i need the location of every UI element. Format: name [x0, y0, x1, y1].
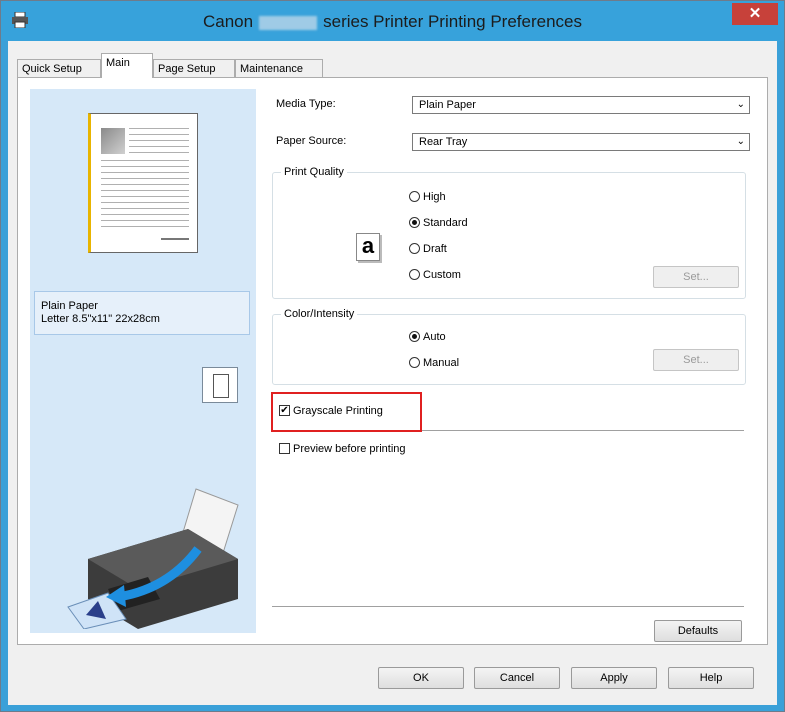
- checkmark-icon: ✔: [279, 404, 290, 416]
- apply-button[interactable]: Apply: [571, 667, 657, 689]
- page-preview-thumbnail: [88, 113, 198, 253]
- color-auto-label: Auto: [423, 331, 446, 343]
- preview-before-printing-label: Preview before printing: [293, 443, 406, 455]
- tab-main[interactable]: Main: [101, 53, 153, 78]
- print-quality-title: Print Quality: [281, 166, 347, 178]
- color-intensity-title: Color/Intensity: [281, 308, 358, 320]
- window-title-right: series Printer Printing Preferences: [323, 12, 582, 31]
- close-icon: ✕: [748, 5, 762, 22]
- printer-preferences-window: Canon series Printer Printing Preferences…: [0, 0, 785, 712]
- grayscale-printing-checkbox[interactable]: ✔ Grayscale Printing: [279, 404, 383, 417]
- quality-draft-label: Draft: [423, 243, 447, 255]
- title-bar[interactable]: Canon series Printer Printing Preferences…: [1, 1, 784, 41]
- quality-draft-radio[interactable]: Draft: [409, 242, 447, 255]
- paper-source-label: Paper Source:: [276, 135, 347, 147]
- quality-high-radio[interactable]: High: [409, 190, 446, 203]
- chevron-down-icon: ⌄: [736, 99, 745, 110]
- printer-illustration-icon: [67, 488, 239, 629]
- media-info-size: Letter 8.5"x11" 22x28cm: [41, 313, 160, 325]
- settings-preview-pane: Plain Paper Letter 8.5"x11" 22x28cm: [30, 89, 256, 633]
- quality-high-label: High: [423, 191, 446, 203]
- media-info-type: Plain Paper: [41, 300, 98, 312]
- tab-maintenance[interactable]: Maintenance: [235, 59, 323, 77]
- quality-set-button[interactable]: Set...: [653, 266, 739, 288]
- separator: [272, 606, 744, 607]
- preview-before-printing-checkbox[interactable]: Preview before printing: [279, 442, 406, 455]
- window-title: Canon series Printer Printing Preferences: [1, 12, 784, 32]
- quality-standard-label: Standard: [423, 217, 468, 229]
- tab-quick-setup[interactable]: Quick Setup: [17, 59, 101, 77]
- chevron-down-icon: ⌄: [736, 136, 745, 147]
- color-auto-radio[interactable]: Auto: [409, 330, 446, 343]
- close-button[interactable]: ✕: [732, 3, 778, 25]
- print-quality-group: Print Quality a High Standard Draft Cust…: [272, 166, 746, 299]
- image-placeholder-icon: [101, 128, 125, 154]
- tab-page-setup[interactable]: Page Setup: [153, 59, 235, 77]
- quality-custom-label: Custom: [423, 269, 461, 281]
- cancel-button[interactable]: Cancel: [474, 667, 560, 689]
- help-button[interactable]: Help: [668, 667, 754, 689]
- color-set-button[interactable]: Set...: [653, 349, 739, 371]
- grayscale-printing-label: Grayscale Printing: [293, 405, 383, 417]
- media-type-select[interactable]: Plain Paper ⌄: [412, 96, 750, 114]
- redacted-model: [259, 15, 318, 30]
- paper-source-select[interactable]: Rear Tray ⌄: [412, 133, 750, 151]
- dialog-body: Quick Setup Main Page Setup Maintenance: [8, 41, 777, 705]
- media-type-label: Media Type:: [276, 98, 336, 110]
- portrait-orientation-icon: [202, 367, 238, 403]
- ok-button[interactable]: OK: [378, 667, 464, 689]
- window-title-left: Canon: [203, 12, 254, 31]
- separator: [422, 430, 744, 431]
- media-info-box: Plain Paper Letter 8.5"x11" 22x28cm: [34, 291, 250, 335]
- quality-custom-radio[interactable]: Custom: [409, 268, 461, 281]
- paper-source-value: Rear Tray: [419, 136, 468, 148]
- quality-standard-radio[interactable]: Standard: [409, 216, 468, 229]
- defaults-button[interactable]: Defaults: [654, 620, 742, 642]
- print-quality-a-icon: a: [356, 233, 380, 261]
- color-manual-radio[interactable]: Manual: [409, 356, 460, 369]
- media-type-value: Plain Paper: [419, 99, 476, 111]
- color-manual-label: Manual: [423, 357, 460, 369]
- color-intensity-group: Color/Intensity Auto Manual Set...: [272, 308, 746, 385]
